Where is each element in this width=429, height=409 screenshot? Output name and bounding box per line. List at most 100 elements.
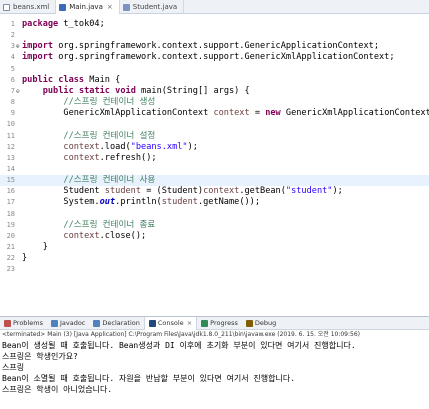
code-text: public class Main {	[22, 74, 121, 85]
code-line[interactable]: 23	[0, 264, 429, 275]
tab-javadoc[interactable]: Javadoc	[47, 317, 89, 330]
panel-tab-label: Progress	[210, 319, 238, 327]
code-text: context.close();	[63, 230, 147, 241]
editor-tab-bar: beans.xml Main.java × Student.java	[0, 0, 429, 14]
console-line: Bean이 소멸될 때 호출됩니다. 자원을 반납할 부분이 있다면 여기서 진…	[2, 374, 296, 383]
xml-file-icon	[3, 3, 10, 11]
code-line[interactable]: 11 //스프링 컨테이너 설정	[0, 131, 429, 142]
line-number: 16	[6, 187, 15, 196]
line-number: 18	[6, 209, 15, 218]
panel-tab-label: Declaration	[102, 319, 140, 327]
code-editor[interactable]: 1 package t_tok04; 2 3 ⊕ import org.springfra…	[0, 15, 429, 313]
code-line[interactable]: 16 Student student = (Student)context.ge…	[0, 186, 429, 197]
code-line[interactable]: 9 GenericXmlApplicationContext context =…	[0, 108, 429, 119]
code-line[interactable]: 10	[0, 119, 429, 130]
code-text: GenericXmlApplicationContext context = n…	[22, 108, 429, 119]
code-line[interactable]: 1 package t_tok04;	[0, 19, 429, 30]
line-number: 4	[10, 53, 15, 62]
code-line[interactable]: 6 public class Main {	[0, 75, 429, 86]
debug-icon	[245, 319, 253, 327]
code-text: context.load("beans.xml");	[63, 141, 198, 152]
tab-declaration[interactable]: Declaration	[89, 317, 143, 330]
java-file-icon	[59, 3, 67, 11]
tab-problems[interactable]: Problems	[0, 317, 47, 330]
line-number: 2	[10, 31, 15, 40]
code-line[interactable]: 13 context.refresh();	[0, 153, 429, 164]
code-text: public static void main(String[] args) {	[42, 85, 250, 96]
console-line: 스프링	[2, 363, 25, 372]
console-line: 스프링은 학생인가요?	[2, 352, 78, 361]
code-line[interactable]: 22}	[0, 253, 429, 264]
editor-tab-beans-xml[interactable]: beans.xml	[0, 0, 57, 14]
code-text: import org.springframework.context.suppo…	[22, 52, 395, 63]
code-text: context.refresh();	[63, 152, 157, 163]
declaration-icon	[93, 319, 101, 327]
console-line: Bean이 생성될 때 호출됩니다. Bean생성과 DI 이후에 초기화 부분…	[2, 341, 356, 350]
panel-tab-bar: Problems Javadoc Declaration Console × Progre…	[0, 316, 429, 330]
line-number: 12	[6, 142, 15, 151]
code-text: }	[22, 253, 28, 264]
java-file-icon	[122, 3, 130, 11]
code-text: //스프링 컨테이너 생성	[63, 97, 156, 108]
line-number: 14	[6, 164, 15, 173]
panel-tab-label: Console	[157, 319, 184, 327]
tab-debug[interactable]: Debug	[242, 317, 280, 330]
code-line[interactable]: 8 //스프링 컨테이너 생성	[0, 97, 429, 108]
bottom-panel: Problems Javadoc Declaration Console × Progre…	[0, 316, 429, 409]
line-number: 8	[10, 98, 15, 107]
line-number: 3	[10, 42, 15, 51]
tab-progress[interactable]: Progress	[197, 317, 242, 330]
code-text: System.out.println(student.getName());	[22, 197, 261, 208]
line-number: 17	[6, 198, 15, 207]
line-number: 20	[6, 231, 15, 240]
code-line[interactable]: 5	[0, 64, 429, 75]
code-text: //스프링 컨테이너 사용	[63, 175, 156, 186]
code-text: Student student = (Student)context.getBe…	[22, 186, 343, 197]
line-number: 23	[6, 265, 15, 274]
console-line: 스프링은 학생이 아니었습니다.	[2, 385, 113, 394]
problems-icon	[4, 319, 11, 327]
code-line[interactable]: 14	[0, 164, 429, 175]
line-number: 21	[6, 243, 15, 251]
code-line[interactable]: 20 context.close();	[0, 231, 429, 242]
line-number: 11	[6, 131, 15, 140]
line-number: 10	[6, 120, 15, 129]
close-icon[interactable]: ×	[107, 3, 113, 11]
line-number: 9	[10, 109, 15, 118]
editor-tab-label: beans.xml	[13, 3, 50, 11]
line-number: 1	[10, 20, 15, 28]
code-text: package t_tok04;	[22, 19, 105, 29]
tab-console[interactable]: Console ×	[143, 316, 198, 330]
code-line[interactable]: 2	[0, 30, 429, 41]
line-number: 7	[10, 86, 15, 95]
code-text: //스프링 컨테이너 종료	[63, 219, 156, 230]
editor-tab-main-java[interactable]: Main.java ×	[56, 0, 120, 14]
panel-tab-label: Problems	[13, 319, 43, 327]
editor-tab-student-java[interactable]: Student.java	[120, 0, 185, 14]
code-line[interactable]: 3 ⊕ import org.springframework.context.sup…	[0, 41, 429, 52]
code-line[interactable]: 17 System.out.println(student.getName())…	[0, 197, 429, 208]
code-line[interactable]: 19 //스프링 컨테이너 종료	[0, 220, 429, 231]
line-number: 19	[6, 220, 15, 229]
code-line[interactable]: 7 ⊖ public static void main(String[] args…	[0, 86, 429, 97]
console-output[interactable]: Bean이 생성될 때 호출됩니다. Bean생성과 DI 이후에 초기화 부분…	[0, 340, 429, 395]
panel-tab-label: Debug	[254, 319, 277, 327]
code-text: import org.springframework.context.suppo…	[22, 41, 380, 52]
code-line[interactable]: 21 }	[0, 242, 429, 253]
javadoc-icon	[50, 319, 58, 327]
close-icon[interactable]: ×	[187, 319, 192, 327]
line-number: 22	[6, 254, 15, 263]
line-number: 6	[10, 75, 15, 84]
editor-tab-label: Student.java	[132, 3, 178, 11]
line-number: 5	[10, 64, 15, 73]
code-text: }	[22, 242, 48, 252]
code-line[interactable]: 12 context.load("beans.xml");	[0, 142, 429, 153]
code-line[interactable]: 4 import org.springframework.context.supp…	[0, 52, 429, 63]
editor-tab-label: Main.java	[69, 3, 103, 11]
console-status: <terminated> Main (3) [Java Application]…	[2, 331, 360, 338]
console-icon	[148, 319, 156, 327]
line-number: 13	[6, 153, 15, 162]
code-line[interactable]: 15 //스프링 컨테이너 사용	[0, 175, 429, 187]
code-line[interactable]: 18	[0, 209, 429, 220]
code-text: //스프링 컨테이너 설정	[63, 130, 156, 141]
